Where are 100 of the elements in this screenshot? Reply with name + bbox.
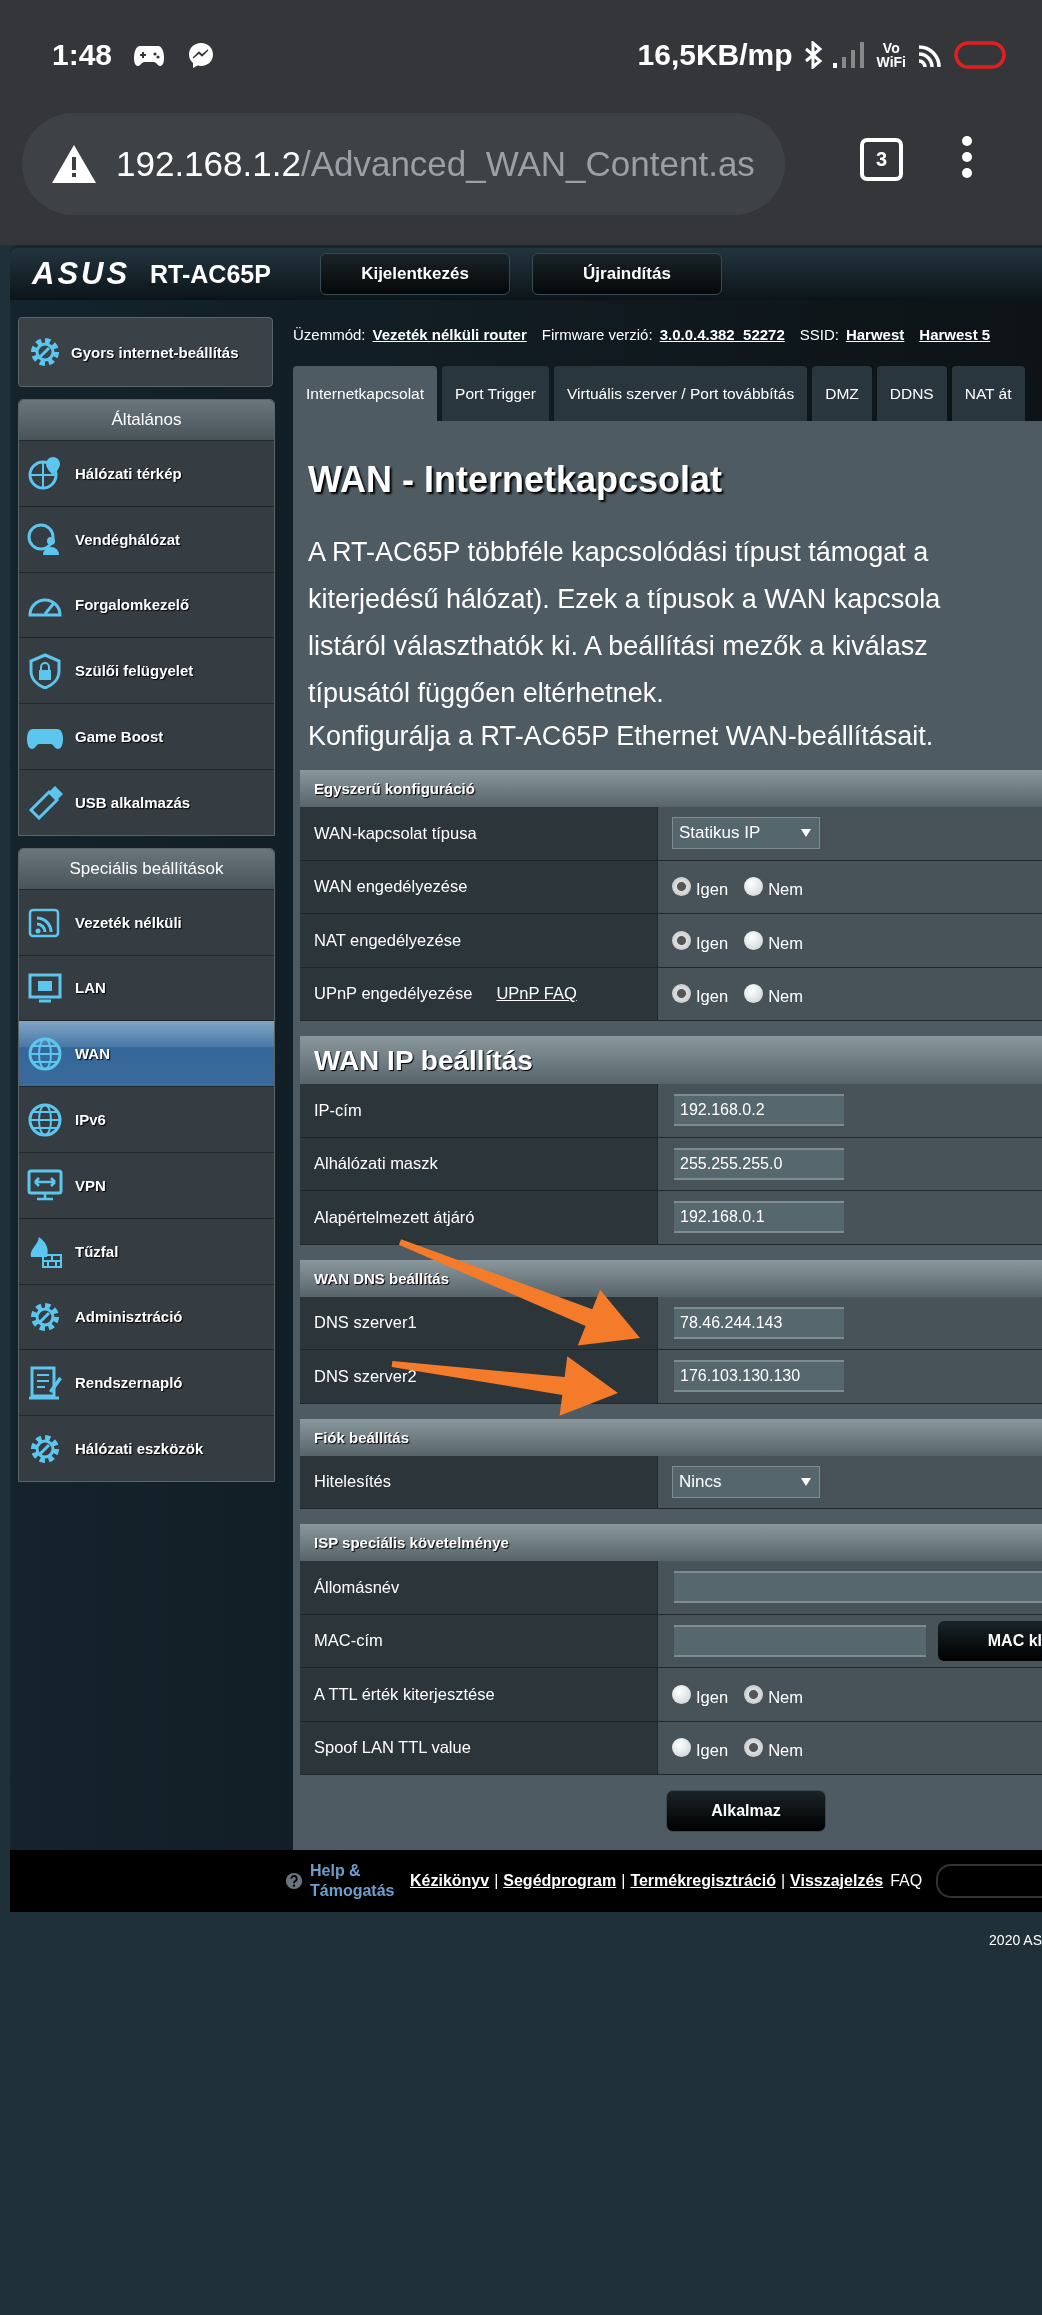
faq-label: FAQ xyxy=(890,1872,923,1890)
caret-icon xyxy=(801,1477,811,1486)
dropdown[interactable]: Statikus IP xyxy=(672,817,820,850)
subtitle-text: Konfigurálja a RT-AC65P Ethernet WAN-beállításait. xyxy=(308,721,935,752)
field-label: Hitelesítés xyxy=(314,1472,392,1492)
field-label: Alapértelmezett átjáró xyxy=(314,1207,475,1227)
input-field[interactable]: 255.255.255.0 xyxy=(674,1147,844,1180)
vowifi-label: Vo WiFi xyxy=(876,41,906,69)
footer-link[interactable]: Kézikönyv xyxy=(410,1872,490,1890)
clone-button[interactable]: MAC kl xyxy=(938,1620,1042,1661)
radio-label: Igen xyxy=(696,1740,729,1761)
separator-text: | xyxy=(494,1872,499,1890)
help-text: Help & Támogatás xyxy=(310,1861,396,1901)
radio-button[interactable] xyxy=(744,930,764,950)
field-label: Spoof LAN TTL value xyxy=(314,1738,471,1758)
field-label: WAN engedélyezése xyxy=(314,877,468,897)
section-header: ISP speciális követelménye xyxy=(300,1524,1042,1561)
field-label: DNS szerver1 xyxy=(314,1313,417,1333)
radio-label: Nem xyxy=(768,986,803,1007)
field-label: WAN-kapcsolat típusa xyxy=(314,823,477,843)
footer-link[interactable]: Termékregisztráció xyxy=(630,1872,776,1890)
globe-pin-icon xyxy=(27,455,63,492)
info-label: Üzemmód: xyxy=(293,325,366,343)
info-link[interactable]: Harwest 5 xyxy=(919,325,991,343)
globe-icon xyxy=(27,1035,63,1072)
menu-icon[interactable] xyxy=(961,135,973,179)
radio-label: Igen xyxy=(696,932,729,953)
apply-button[interactable]: Alkalmaz xyxy=(666,1790,826,1832)
brand-logo: ASUS xyxy=(32,256,132,292)
help-icon xyxy=(285,1872,303,1890)
radio-label: Igen xyxy=(696,1686,729,1707)
info-link[interactable]: 3.0.0.4.382_52272 xyxy=(659,325,785,343)
radio-button[interactable] xyxy=(744,1684,764,1704)
radio-button[interactable] xyxy=(672,930,691,950)
shield-lock-icon xyxy=(27,652,63,689)
tab[interactable]: Port Trigger xyxy=(442,366,550,421)
input-field[interactable]: 78.46.244.143 xyxy=(674,1306,844,1339)
globe-icon xyxy=(27,1101,63,1138)
menu-group-title: Speciális beállítások xyxy=(19,848,274,889)
field-label: DNS szerver2 xyxy=(314,1366,417,1386)
header-button[interactable]: Kijelentkezés xyxy=(320,253,510,295)
section-header: WAN DNS beállítás xyxy=(300,1259,1042,1297)
section-header: Egyszerű konfiguráció xyxy=(300,770,1042,807)
info-label: Firmware verzió: xyxy=(541,325,653,343)
tab[interactable]: Internetkapcsolat xyxy=(293,366,438,421)
tab[interactable]: Virtuális szerver / Port továbbítás xyxy=(554,366,808,421)
radio-button[interactable] xyxy=(672,877,691,897)
section-header: WAN IP beállítás xyxy=(300,1036,1042,1084)
radio-button[interactable] xyxy=(744,877,764,897)
faq-link[interactable]: UPnP FAQ xyxy=(496,984,577,1004)
tab[interactable]: NAT át xyxy=(951,366,1025,421)
radio-label: Nem xyxy=(768,932,803,953)
radio-button[interactable] xyxy=(672,1684,691,1704)
tab-count-button[interactable]: 3 xyxy=(860,138,903,181)
section-header: Fiók beállítás xyxy=(300,1418,1042,1456)
info-link[interactable]: Harwest xyxy=(845,325,905,343)
search-field[interactable] xyxy=(936,1864,1042,1898)
bluetooth-icon xyxy=(802,41,823,69)
tab[interactable]: DDNS xyxy=(876,366,947,421)
radio-button[interactable] xyxy=(672,984,691,1004)
info-link[interactable]: Vezeték nélküli router xyxy=(372,325,527,343)
menu-group-title: Általános xyxy=(19,400,274,440)
notepad-icon xyxy=(27,1364,63,1401)
radio-button[interactable] xyxy=(744,984,764,1004)
input-field[interactable]: 192.168.0.1 xyxy=(674,1201,844,1234)
battery-icon xyxy=(954,41,1006,69)
radio-button[interactable] xyxy=(672,1738,691,1758)
field-label: Állomásnév xyxy=(314,1577,400,1597)
url-text: 192.168.1.2/Advanced_WAN_Content.as xyxy=(116,144,755,184)
input-field[interactable] xyxy=(674,1571,1042,1604)
radio-label: Nem xyxy=(768,1740,803,1761)
copyright-text: 2020 AS xyxy=(988,1931,1042,1948)
input-field[interactable] xyxy=(674,1624,926,1657)
info-label: SSID: xyxy=(799,325,839,343)
tab[interactable]: DMZ xyxy=(812,366,872,421)
warning-icon xyxy=(50,143,98,185)
page-title: WAN - Internetkapcsolat xyxy=(308,459,724,501)
dropdown[interactable]: Nincs xyxy=(672,1465,820,1498)
field-label: MAC-cím xyxy=(314,1631,383,1651)
field-label: A TTL érték kiterjesztése xyxy=(314,1684,495,1704)
field-label: Alhálózati maszk xyxy=(314,1154,438,1174)
description-text: A RT-AC65P többféle kapcsolódási típust támogat a kiterjedésű hálózat). Ezek a típusok a WAN kapcsola listáról választhatók ki. A beállítási mezők a kiválasz típusától függően eltérhetnek. xyxy=(308,536,942,710)
quick-setup-button[interactable]: Gyors internet-beállítás xyxy=(18,317,273,387)
input-field[interactable]: 176.103.130.130 xyxy=(674,1360,844,1393)
field-label: NAT engedélyezése xyxy=(314,930,462,950)
radio-label: Igen xyxy=(696,879,729,900)
caret-icon xyxy=(801,829,811,838)
radio-label: Igen xyxy=(696,986,729,1007)
sidebar-item[interactable]: WAN xyxy=(19,1020,274,1087)
separator-text: | xyxy=(621,1872,626,1890)
footer-link[interactable]: Segédprogram xyxy=(503,1872,617,1890)
radio-label: Nem xyxy=(768,1686,803,1707)
input-field[interactable]: 192.168.0.2 xyxy=(674,1094,844,1127)
radio-button[interactable] xyxy=(744,1738,764,1758)
radio-label: Nem xyxy=(768,879,803,900)
footer-link[interactable]: Visszajelzés xyxy=(790,1872,884,1890)
header-button[interactable]: Újraindítás xyxy=(532,253,722,295)
separator-text: | xyxy=(780,1872,786,1890)
address-bar[interactable]: 192.168.1.2/Advanced_WAN_Content.as xyxy=(22,113,785,215)
signal-icon xyxy=(832,41,867,69)
